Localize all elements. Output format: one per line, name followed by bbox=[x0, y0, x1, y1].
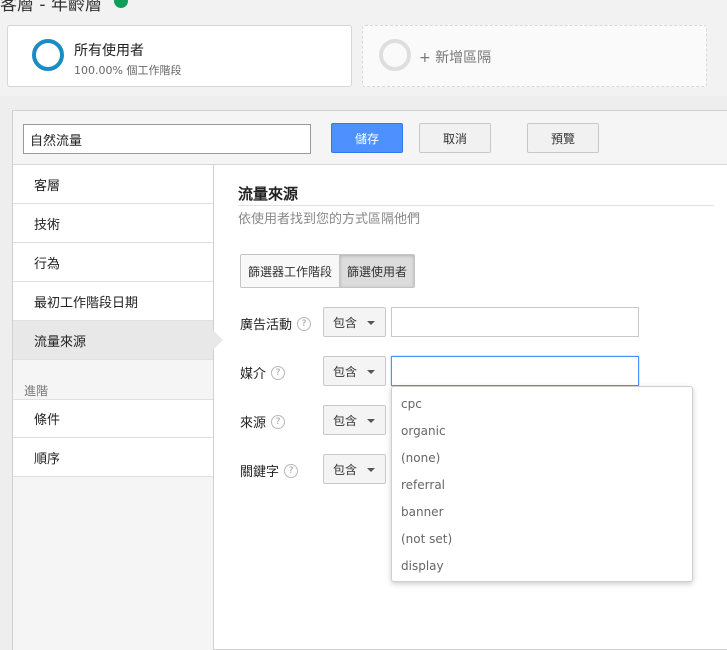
dropdown-caret-icon bbox=[367, 370, 375, 374]
operator-value: 包含 bbox=[333, 462, 358, 477]
check-icon bbox=[114, 0, 128, 8]
help-icon[interactable]: ? bbox=[271, 365, 286, 380]
operator-value: 包含 bbox=[333, 413, 358, 428]
medium-suggestions-dropdown: cpc organic (none) referral banner (not … bbox=[391, 386, 693, 582]
suggestion-item[interactable]: (none) bbox=[392, 444, 692, 471]
sidebar-section-advanced: 進階 bbox=[24, 384, 49, 398]
panel-title: 流量來源 bbox=[238, 185, 299, 203]
filter-scope-toggle: 篩選器工作階段 篩選使用者 bbox=[240, 254, 416, 288]
traffic-sources-panel: 流量來源 依使用者找到您的方式區隔他們 篩選器工作階段 篩選使用者 廣告活動? … bbox=[214, 165, 727, 650]
add-segment-card[interactable]: + 新增區隔 bbox=[362, 25, 707, 87]
keyword-operator-select[interactable]: 包含 bbox=[323, 454, 386, 484]
operator-value: 包含 bbox=[333, 315, 358, 330]
medium-row: 媒介? 包含 bbox=[240, 356, 670, 386]
source-label-text: 來源 bbox=[240, 416, 267, 431]
editor-header: 儲存 取消 預覽 bbox=[13, 111, 727, 165]
dropdown-caret-icon bbox=[367, 321, 375, 325]
empty-ring-icon bbox=[379, 39, 411, 71]
campaign-label-text: 廣告活動 bbox=[240, 318, 293, 333]
panel-subtitle: 依使用者找到您的方式區隔他們 bbox=[238, 212, 421, 227]
title-divider bbox=[238, 205, 714, 206]
suggestion-item[interactable]: organic bbox=[392, 417, 692, 444]
help-icon[interactable]: ? bbox=[297, 316, 312, 331]
keyword-label: 關鍵字? bbox=[240, 461, 299, 480]
segment-ring-icon bbox=[32, 39, 64, 71]
sidebar-item-traffic-sources[interactable]: 流量來源 bbox=[13, 321, 213, 360]
segment-name: 所有使用者 bbox=[74, 43, 144, 59]
source-label: 來源? bbox=[240, 412, 286, 431]
segment-name-input[interactable] bbox=[23, 124, 311, 154]
keyword-label-text: 關鍵字 bbox=[240, 465, 280, 480]
segment-bar: 客層 - 年齡層 所有使用者 100.00% 個工作階段 + 新增區隔 bbox=[0, 0, 727, 96]
dropdown-caret-icon bbox=[367, 468, 375, 472]
sidebar-item-technology[interactable]: 技術 bbox=[13, 204, 213, 243]
medium-operator-select[interactable]: 包含 bbox=[323, 356, 386, 386]
dropdown-caret-icon bbox=[367, 419, 375, 423]
help-icon[interactable]: ? bbox=[271, 414, 286, 429]
campaign-value-input[interactable] bbox=[391, 307, 639, 337]
sidebar-item-date-of-first-session[interactable]: 最初工作階段日期 bbox=[13, 282, 213, 321]
segment-editor: 儲存 取消 預覽 客層 技術 行為 最初工作階段日期 流量來源 進階 條件 順序… bbox=[12, 110, 727, 650]
save-button[interactable]: 儲存 bbox=[331, 123, 403, 153]
campaign-row: 廣告活動? 包含 bbox=[240, 307, 670, 337]
source-operator-select[interactable]: 包含 bbox=[323, 405, 386, 435]
suggestion-item[interactable]: (not set) bbox=[392, 525, 692, 552]
sidebar-item-sequences[interactable]: 順序 bbox=[13, 438, 213, 477]
segment-percentage: 100.00% 個工作階段 bbox=[74, 64, 182, 77]
campaign-label: 廣告活動? bbox=[240, 314, 312, 333]
suggestion-item[interactable]: display bbox=[392, 552, 692, 579]
page-title: 客層 - 年齡層 bbox=[0, 0, 102, 15]
medium-value-input[interactable] bbox=[391, 356, 639, 386]
sidebar-item-demographics[interactable]: 客層 bbox=[13, 165, 213, 204]
medium-label-text: 媒介 bbox=[240, 367, 267, 382]
sidebar-item-conditions[interactable]: 條件 bbox=[13, 399, 213, 438]
sidebar-item-behavior[interactable]: 行為 bbox=[13, 243, 213, 282]
operator-value: 包含 bbox=[333, 364, 358, 379]
add-segment-label: + 新增區隔 bbox=[419, 50, 492, 66]
medium-label: 媒介? bbox=[240, 363, 286, 382]
sidebar: 客層 技術 行為 最初工作階段日期 流量來源 進階 條件 順序 bbox=[13, 165, 223, 650]
preview-button[interactable]: 預覽 bbox=[527, 123, 599, 153]
suggestion-item[interactable]: cpc bbox=[392, 390, 692, 417]
suggestion-item[interactable]: referral bbox=[392, 471, 692, 498]
segment-card-all-users[interactable]: 所有使用者 100.00% 個工作階段 bbox=[7, 25, 352, 87]
help-icon[interactable]: ? bbox=[284, 463, 299, 478]
filter-sessions-button[interactable]: 篩選器工作階段 bbox=[241, 255, 340, 287]
suggestion-item[interactable]: banner bbox=[392, 498, 692, 525]
campaign-operator-select[interactable]: 包含 bbox=[323, 307, 386, 337]
filter-users-button[interactable]: 篩選使用者 bbox=[339, 255, 415, 287]
cancel-button[interactable]: 取消 bbox=[419, 123, 491, 153]
